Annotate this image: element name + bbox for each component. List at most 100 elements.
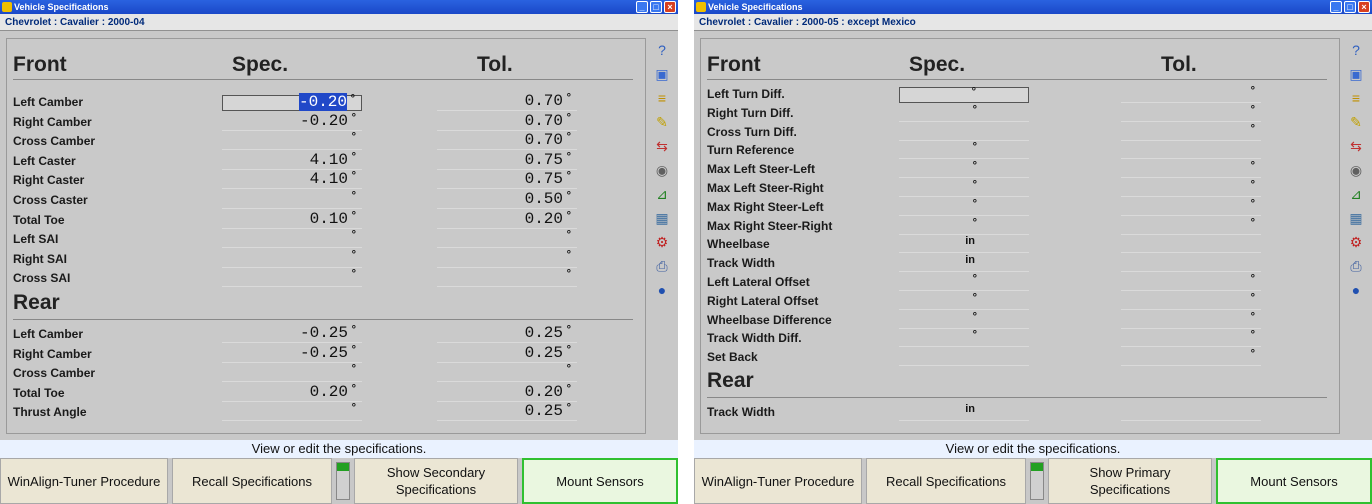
- front-row-spec-value: 0.10: [309, 209, 348, 228]
- front-row-spec-field[interactable]: [899, 125, 1029, 141]
- help-icon[interactable]: ?: [652, 40, 672, 60]
- recall-specifications-button[interactable]: Recall Specifications: [172, 458, 332, 504]
- globe-icon[interactable]: ●: [1346, 280, 1366, 300]
- front-row-spec-field[interactable]: °: [899, 179, 1029, 197]
- front-row-spec-field[interactable]: °: [222, 268, 362, 288]
- front-row-tol-field[interactable]: [1121, 143, 1261, 160]
- front-row-tol-field[interactable]: 0.70 °: [437, 92, 577, 111]
- front-row-spec-field[interactable]: °: [222, 229, 362, 249]
- calculator-icon[interactable]: ▦: [652, 208, 672, 228]
- front-row-spec-field[interactable]: 4.10 °: [222, 170, 362, 190]
- front-row-tol-field[interactable]: 0.50 °: [437, 190, 577, 209]
- close-button[interactable]: ×: [1358, 1, 1370, 13]
- maximize-button[interactable]: □: [650, 1, 662, 13]
- rear-row-spec-field[interactable]: 0.20 °: [222, 383, 362, 402]
- sensor-icon[interactable]: ◉: [652, 160, 672, 180]
- front-row-tol-field[interactable]: 0.75 °: [437, 170, 577, 190]
- print-icon[interactable]: ⎙: [1346, 256, 1366, 276]
- front-row-spec-field[interactable]: °: [222, 131, 362, 151]
- rear-row-spec-field[interactable]: -0.25 °: [222, 344, 362, 363]
- maximize-button[interactable]: □: [1344, 1, 1356, 13]
- front-row-tol-field[interactable]: °: [1121, 104, 1261, 122]
- vehicle-icon[interactable]: ▣: [1346, 64, 1366, 84]
- toe-icon[interactable]: ⇆: [1346, 136, 1366, 156]
- front-row-spec-field[interactable]: °: [899, 217, 1029, 235]
- front-row-spec-field[interactable]: 4.10 °: [222, 151, 362, 170]
- rear-row-tol-field[interactable]: °: [437, 363, 577, 383]
- spec-icon[interactable]: ≡: [1346, 88, 1366, 108]
- front-row-tol-field[interactable]: °: [1121, 123, 1261, 141]
- front-row-tol-field[interactable]: 0.70 °: [437, 131, 577, 151]
- tuner-procedure-button[interactable]: WinAlign-Tuner Procedure: [0, 458, 168, 504]
- front-row-tol-unit: °: [1250, 216, 1255, 229]
- rear-row-tol-field[interactable]: 0.25 °: [437, 344, 577, 363]
- rear-row-tol-field[interactable]: 0.25 °: [437, 402, 577, 422]
- front-row-spec-field[interactable]: °: [899, 329, 1029, 348]
- front-row-tol-field[interactable]: 0.70 °: [437, 112, 577, 131]
- front-row-tol-field[interactable]: °: [1121, 160, 1261, 179]
- front-row-spec-field[interactable]: in: [899, 254, 1029, 273]
- sensor-icon[interactable]: ◉: [1346, 160, 1366, 180]
- front-row-spec-field[interactable]: °: [899, 104, 1029, 122]
- front-row-tol-field[interactable]: °: [1121, 216, 1261, 235]
- recall-specifications-button[interactable]: Recall Specifications: [866, 458, 1026, 504]
- minimize-button[interactable]: _: [636, 1, 648, 13]
- calculator-icon[interactable]: ▦: [1346, 208, 1366, 228]
- front-row-spec-field[interactable]: 0.10 °: [222, 209, 362, 229]
- front-row-spec-field[interactable]: °: [899, 292, 1029, 310]
- front-row-tol-field[interactable]: °: [1121, 292, 1261, 310]
- front-row-tol-field[interactable]: °: [437, 229, 577, 249]
- front-row-tol-field[interactable]: °: [1121, 348, 1261, 367]
- front-row-tol-field[interactable]: °: [1121, 311, 1261, 329]
- mount-sensors-button[interactable]: Mount Sensors: [1216, 458, 1372, 504]
- pencil-icon[interactable]: ✎: [1346, 112, 1366, 132]
- camber-icon[interactable]: ⊿: [1346, 184, 1366, 204]
- front-row-tol-field[interactable]: °: [1121, 179, 1261, 197]
- front-row-spec-field[interactable]: °: [222, 190, 362, 209]
- toe-icon[interactable]: ⇆: [652, 136, 672, 156]
- front-row-spec-field[interactable]: °: [222, 249, 362, 268]
- rear-row-tol-field[interactable]: 0.25 °: [437, 324, 577, 343]
- front-row-tol-field[interactable]: °: [1121, 329, 1261, 348]
- front-row-spec-field[interactable]: °: [899, 86, 1029, 103]
- rear-row-spec-field[interactable]: in: [899, 403, 1029, 421]
- mount-sensors-button[interactable]: Mount Sensors: [522, 458, 678, 504]
- pencil-icon[interactable]: ✎: [652, 112, 672, 132]
- globe-icon[interactable]: ●: [652, 280, 672, 300]
- front-row-spec-field[interactable]: °: [899, 160, 1029, 179]
- front-row-tol-field[interactable]: 0.20 °: [437, 210, 577, 229]
- front-row-tol-field[interactable]: °: [437, 268, 577, 288]
- front-row-spec-field[interactable]: °: [899, 311, 1029, 329]
- camber-icon[interactable]: ⊿: [652, 184, 672, 204]
- tuner-procedure-button[interactable]: WinAlign-Tuner Procedure: [694, 458, 862, 504]
- rear-row-spec-field[interactable]: °: [222, 363, 362, 383]
- rear-row-spec-field[interactable]: -0.25 °: [222, 324, 362, 343]
- adjust-icon[interactable]: ⚙: [1346, 232, 1366, 252]
- toggle-specifications-button[interactable]: Show Primary Specifications: [1048, 458, 1212, 504]
- front-row-spec-field[interactable]: °: [899, 198, 1029, 216]
- front-row-spec-field[interactable]: -0.20 °: [222, 112, 362, 131]
- front-row-tol-field[interactable]: [1121, 256, 1261, 273]
- front-row-spec-field[interactable]: -0.20 °: [222, 93, 362, 111]
- help-icon[interactable]: ?: [1346, 40, 1366, 60]
- front-row-spec-field[interactable]: [899, 350, 1029, 367]
- front-row-tol-field[interactable]: [1121, 237, 1261, 254]
- front-row-tol-field[interactable]: °: [1121, 198, 1261, 216]
- minimize-button[interactable]: _: [1330, 1, 1342, 13]
- print-icon[interactable]: ⎙: [652, 256, 672, 276]
- front-row-spec-field[interactable]: °: [899, 273, 1029, 291]
- rear-row-spec-field[interactable]: °: [222, 402, 362, 422]
- front-row-tol-field[interactable]: °: [1121, 85, 1261, 103]
- rear-row-tol-field[interactable]: 0.20 °: [437, 383, 577, 402]
- toggle-specifications-button[interactable]: Show Secondary Specifications: [354, 458, 518, 504]
- close-button[interactable]: ×: [664, 1, 676, 13]
- front-row-spec-field[interactable]: °: [899, 141, 1029, 160]
- spec-icon[interactable]: ≡: [652, 88, 672, 108]
- front-row-tol-field[interactable]: °: [437, 249, 577, 268]
- rear-row-tol-field[interactable]: [1121, 405, 1261, 421]
- vehicle-icon[interactable]: ▣: [652, 64, 672, 84]
- front-row-tol-field[interactable]: °: [1121, 273, 1261, 291]
- adjust-icon[interactable]: ⚙: [652, 232, 672, 252]
- front-row-spec-field[interactable]: in: [899, 235, 1029, 254]
- front-row-tol-field[interactable]: 0.75 °: [437, 151, 577, 170]
